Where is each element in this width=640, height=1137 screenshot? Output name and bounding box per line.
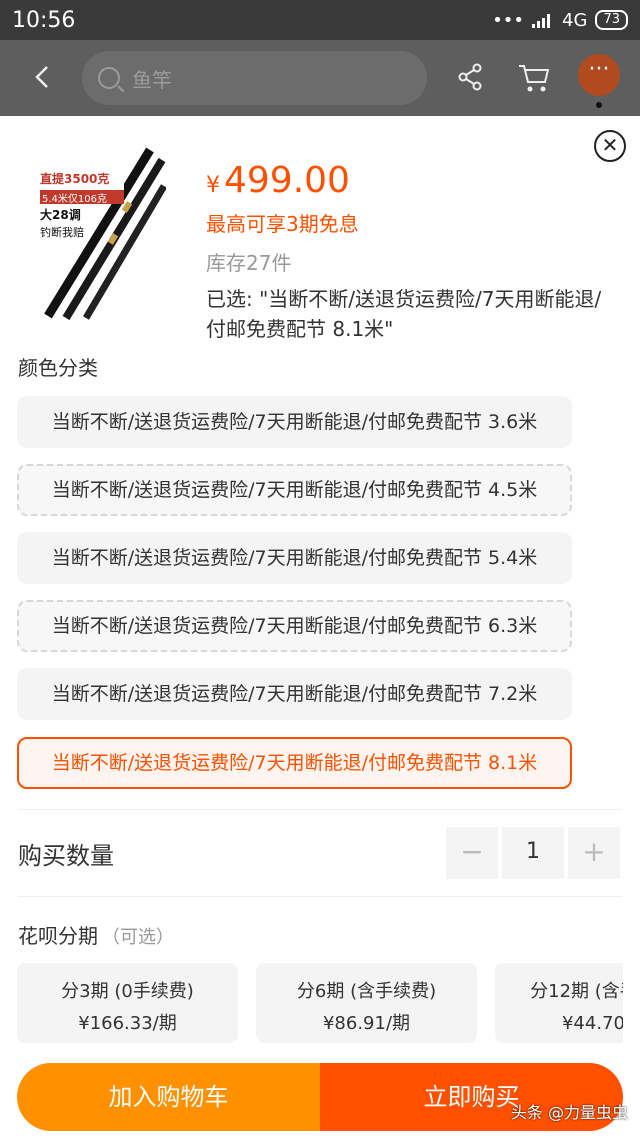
top-bar: 鱼竿 ··· [0,40,640,116]
search-icon [98,67,120,89]
price-value: 499.00 [224,160,350,201]
plan-term: 分6期 (含手续费) [296,981,437,1002]
close-icon[interactable]: ✕ [594,130,626,162]
currency-symbol: ¥ [206,173,220,198]
signal-icon [532,14,551,28]
product-image: 直提3500克 5.4米仅106克 大28调 钓断我赔 [38,146,166,320]
network-type: 4G [562,9,588,31]
search-placeholder: 鱼竿 [132,67,172,92]
plan-amount: ¥166.33/期 [78,1013,177,1034]
sku-option[interactable]: 当断不断/送退货运费险/7天用断能退/付邮免费配节 7.2米 [17,668,572,720]
installment-plan[interactable]: 分3期 (0手续费) ¥166.33/期 [17,963,238,1043]
price: ¥499.00 [206,160,350,201]
stock-count: 库存27件 [206,251,292,275]
sku-option-selected[interactable]: 当断不断/送退货运费险/7天用断能退/付邮免费配节 8.1米 [17,737,572,789]
image-caption-2: 5.4米仅106克 [42,194,107,205]
status-bar: 10:56 ••• 4G 73 [0,0,640,40]
message-icon[interactable]: ··· [578,54,620,108]
sku-option[interactable]: 当断不断/送退货运费险/7天用断能退/付邮免费配节 5.4米 [17,532,572,584]
color-section-title: 颜色分类 [18,356,98,380]
decrease-button[interactable]: − [446,827,498,879]
plan-amount: ¥44.70/期 [561,1013,623,1034]
installment-plans: 分3期 (0手续费) ¥166.33/期 分6期 (含手续费) ¥86.91/期… [17,963,623,1045]
dots-icon: ••• [492,9,525,31]
watermark: 头条 @力量虫虫 [510,1103,628,1122]
installment-plan[interactable]: 分12期 (含手续费) ¥44.70/期 [495,963,623,1043]
add-to-cart-button[interactable]: 加入购物车 [17,1063,320,1131]
installment-plan[interactable]: 分6期 (含手续费) ¥86.91/期 [256,963,477,1043]
quantity-label: 购买数量 [18,842,114,870]
status-time: 10:56 [12,7,76,33]
sku-option[interactable]: 当断不断/送退货运费险/7天用断能退/付邮免费配节 4.5米 [17,464,572,516]
huabei-optional-note: （可选） [102,927,174,948]
search-input[interactable]: 鱼竿 [82,51,427,105]
sku-option[interactable]: 当断不断/送退货运费险/7天用断能退/付邮免费配节 6.3米 [17,600,572,652]
cart-icon[interactable] [517,62,551,94]
image-caption-3: 大28调 [40,208,81,222]
sku-panel: 直提3500克 5.4米仅106克 大28调 钓断我赔 ✕ ¥499.00 最高… [0,116,640,1137]
plan-amount: ¥86.91/期 [322,1013,411,1034]
divider [18,809,622,810]
huabei-title: 花呗分期 （可选） [18,920,174,949]
status-indicators: ••• 4G 73 [492,10,628,31]
back-arrow-icon[interactable] [30,64,56,90]
plan-term: 分3期 (0手续费) [61,981,194,1002]
share-icon[interactable] [455,62,485,92]
battery-icon: 73 [595,10,628,30]
huabei-title-text: 花呗分期 [18,924,98,948]
installment-note: 最高可享3期免息 [206,212,359,236]
quantity-stepper: − 1 + [446,827,620,879]
image-caption-1: 直提3500克 [40,172,110,186]
image-caption-4: 钓断我赔 [40,226,84,239]
quantity-value[interactable]: 1 [502,827,564,879]
increase-button[interactable]: + [568,827,620,879]
selected-sku: 已选: "当断不断/送退货运费险/7天用断能退/付邮免费配节 8.1米" [206,287,602,341]
divider [18,896,622,897]
plan-term: 分12期 (含手续费) [530,981,623,1002]
sku-option[interactable]: 当断不断/送退货运费险/7天用断能退/付邮免费配节 3.6米 [17,396,572,448]
